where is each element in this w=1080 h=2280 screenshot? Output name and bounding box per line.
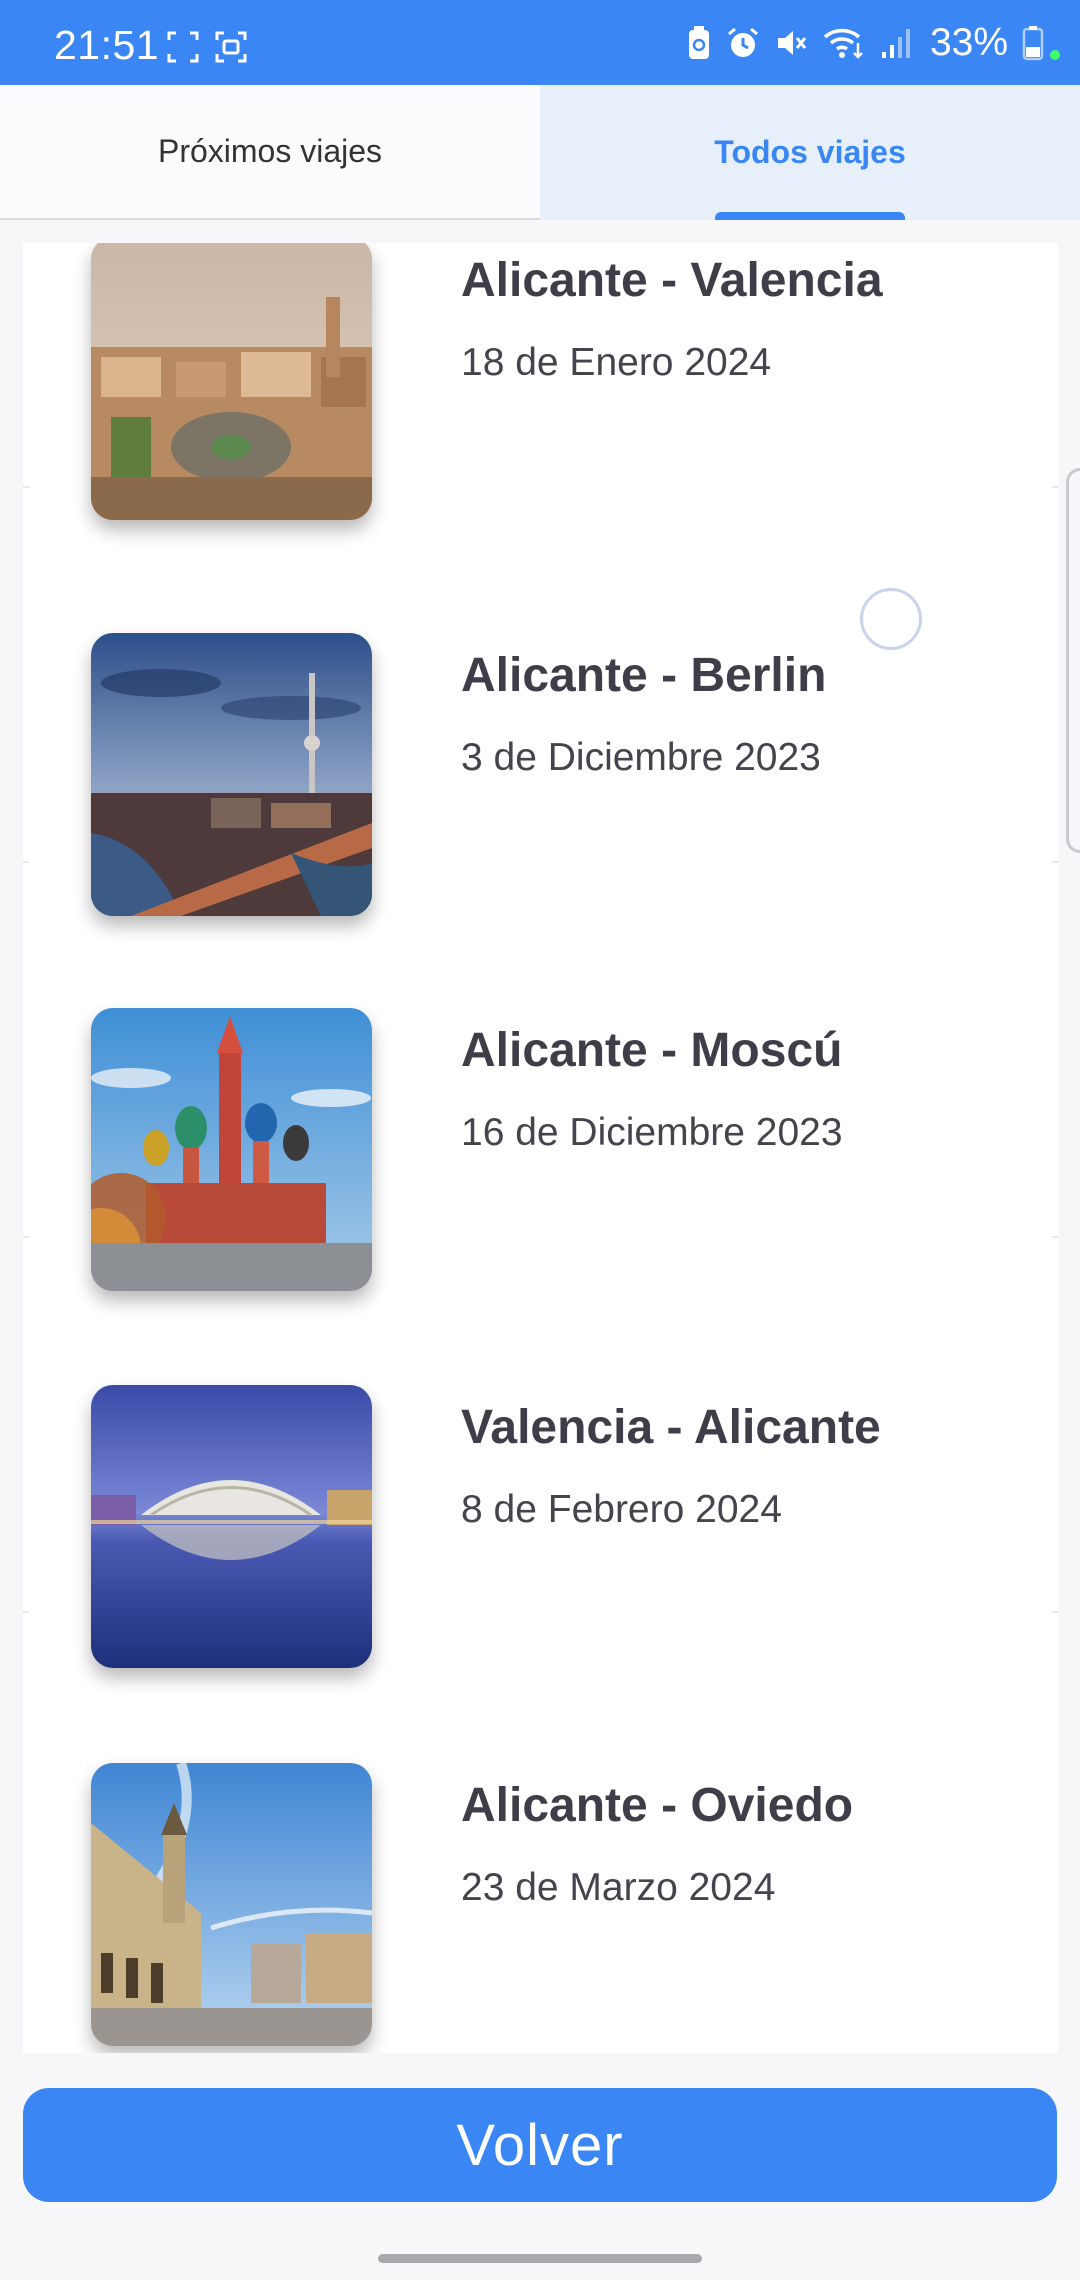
edge-panel-handle[interactable]: [1066, 468, 1080, 853]
trip-list[interactable]: Alicante - Valencia 18 de Enero 2024 Ali…: [23, 243, 1058, 2053]
privacy-indicator-dot: [1050, 50, 1060, 60]
battery-percentage: 33%: [929, 21, 1008, 64]
wifi-icon: [823, 29, 863, 59]
trip-title: Alicante - Oviedo: [461, 1779, 854, 1832]
trip-title: Alicante - Berlin: [461, 649, 827, 702]
trip-date: 3 de Diciembre 2023: [461, 736, 821, 779]
trip-card[interactable]: Alicante - Oviedo 23 de Marzo 2024: [23, 1615, 1058, 2046]
trip-date: 16 de Diciembre 2023: [461, 1111, 843, 1154]
trip-date: 18 de Enero 2024: [461, 341, 772, 384]
screen-record-icon: [215, 31, 247, 63]
alarm-icon: [727, 27, 758, 57]
touch-ripple: [860, 588, 922, 650]
status-icons: 33%: [686, 18, 1060, 68]
back-button[interactable]: Volver: [23, 2088, 1057, 2202]
tab-all-trips[interactable]: Todos viajes: [540, 85, 1080, 220]
battery-icon: [1022, 26, 1044, 61]
trip-title: Alicante - Valencia: [461, 254, 883, 307]
status-bar: 21:51 33%: [0, 0, 1080, 85]
trip-card[interactable]: Alicante - Valencia 18 de Enero 2024: [23, 243, 1058, 520]
trip-image-valencia: [91, 243, 372, 520]
trip-title: Valencia - Alicante: [461, 1401, 881, 1454]
status-time: 21:51: [54, 22, 160, 68]
home-indicator[interactable]: [378, 2254, 702, 2263]
trip-image-oviedo: [91, 1763, 372, 2046]
trip-tabs: Próximos viajes Todos viajes: [0, 85, 1080, 220]
mute-icon: [777, 31, 807, 55]
trips-screen: 21:51 33% Próximos viajes Todos viajes A…: [0, 0, 1080, 2280]
tab-selected-indicator: [715, 212, 905, 220]
signal-icon: [881, 29, 910, 58]
trip-card[interactable]: Alicante - Berlin 3 de Diciembre 2023: [23, 488, 1058, 916]
battery-saver-icon: [688, 26, 709, 59]
tab-all-label: Todos viajes: [714, 134, 906, 170]
divider: [23, 1611, 1058, 1613]
tab-upcoming-trips[interactable]: Próximos viajes: [0, 85, 540, 220]
trip-date: 23 de Marzo 2024: [461, 1866, 776, 1909]
trip-card[interactable]: Alicante - Moscú 16 de Diciembre 2023: [23, 863, 1058, 1291]
trip-title: Alicante - Moscú: [461, 1024, 843, 1077]
trip-date: 8 de Febrero 2024: [461, 1488, 782, 1531]
trip-card[interactable]: Valencia - Alicante 8 de Febrero 2024: [23, 1238, 1058, 1668]
tab-upcoming-label: Próximos viajes: [157, 133, 383, 169]
screenshot-frame-icon: [167, 31, 199, 63]
